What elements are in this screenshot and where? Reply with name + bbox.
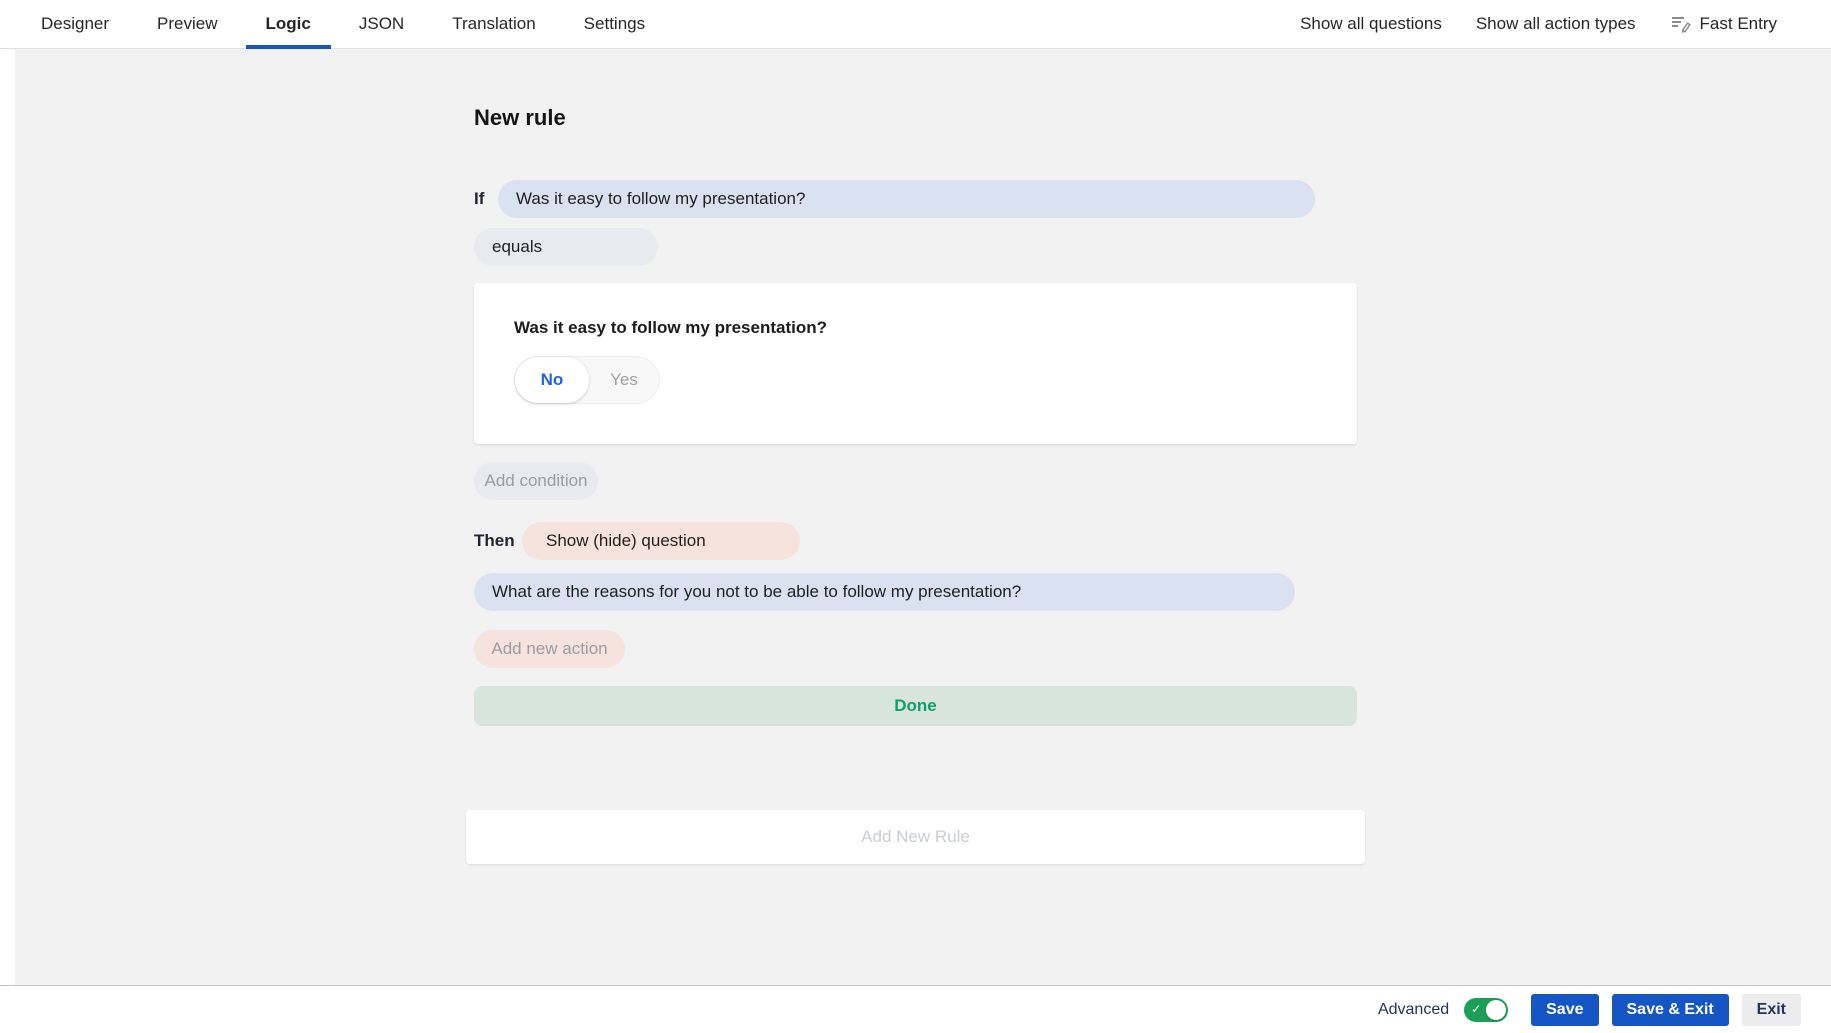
tab-translation-label: Translation — [452, 14, 535, 34]
tab-json-label: JSON — [359, 14, 404, 34]
then-action-row: Then Show (hide) question — [474, 522, 1357, 560]
save-exit-button[interactable]: Save & Exit — [1612, 994, 1729, 1026]
tab-preview[interactable]: Preview — [133, 0, 241, 48]
advanced-label: Advanced — [1378, 1001, 1449, 1019]
condition-question-dropdown[interactable]: Was it easy to follow my presentation? — [498, 180, 1315, 218]
fast-entry-icon — [1670, 13, 1692, 35]
add-condition-row: Add condition — [474, 462, 1357, 500]
show-all-action-types-button[interactable]: Show all action types — [1476, 14, 1636, 34]
footer-bar: Advanced ✓ Save Save & Exit Exit — [0, 985, 1831, 1033]
then-label: Then — [474, 531, 522, 551]
add-condition-button[interactable]: Add condition — [474, 462, 598, 500]
creator-toolbar: Designer Preview Logic JSON Translation … — [0, 0, 1831, 49]
value-question-title: Was it easy to follow my presentation? — [514, 317, 1317, 339]
if-condition-row: If Was it easy to follow my presentation… — [474, 180, 1357, 218]
checkmark-icon: ✓ — [1471, 1002, 1481, 1016]
tab-json[interactable]: JSON — [335, 0, 428, 48]
tab-preview-label: Preview — [157, 14, 217, 34]
add-new-action-button[interactable]: Add new action — [474, 630, 625, 668]
fast-entry-label: Fast Entry — [1700, 14, 1777, 34]
logic-tab-content: New rule If Was it easy to follow my pre… — [15, 49, 1831, 985]
tab-logic-label: Logic — [266, 14, 311, 34]
add-action-row: Add new action — [474, 630, 1357, 668]
fast-entry-button[interactable]: Fast Entry — [1670, 13, 1777, 35]
tab-settings-label: Settings — [584, 14, 645, 34]
action-type-dropdown[interactable]: Show (hide) question — [522, 522, 800, 560]
toggle-option-yes[interactable]: Yes — [589, 370, 659, 390]
toggle-option-no[interactable]: No — [515, 357, 589, 403]
exit-button[interactable]: Exit — [1742, 994, 1801, 1026]
rule-editor: New rule If Was it easy to follow my pre… — [15, 49, 1357, 864]
operator-dropdown[interactable]: equals — [474, 228, 658, 266]
tab-designer-label: Designer — [41, 14, 109, 34]
add-new-rule-button[interactable]: Add New Rule — [466, 810, 1365, 864]
tab-logic[interactable]: Logic — [242, 0, 335, 48]
advanced-toggle[interactable]: ✓ — [1464, 998, 1508, 1022]
operator-row: equals — [474, 228, 1357, 266]
if-label: If — [474, 189, 498, 209]
toggle-knob — [1486, 1000, 1506, 1020]
tab-designer[interactable]: Designer — [17, 0, 133, 48]
tab-translation[interactable]: Translation — [428, 0, 559, 48]
creator-tabs: Designer Preview Logic JSON Translation … — [0, 0, 669, 48]
action-question-row: What are the reasons for you not to be a… — [474, 573, 1357, 611]
condition-value-panel: Was it easy to follow my presentation? N… — [474, 283, 1357, 444]
show-all-questions-button[interactable]: Show all questions — [1300, 14, 1442, 34]
toolbar-actions: Show all questions Show all action types… — [1300, 0, 1831, 48]
boolean-value-toggle[interactable]: No Yes — [514, 356, 660, 404]
save-button[interactable]: Save — [1531, 994, 1598, 1026]
tab-settings[interactable]: Settings — [560, 0, 669, 48]
rule-title: New rule — [474, 105, 1357, 131]
action-question-dropdown[interactable]: What are the reasons for you not to be a… — [474, 573, 1295, 611]
done-button[interactable]: Done — [474, 686, 1357, 726]
